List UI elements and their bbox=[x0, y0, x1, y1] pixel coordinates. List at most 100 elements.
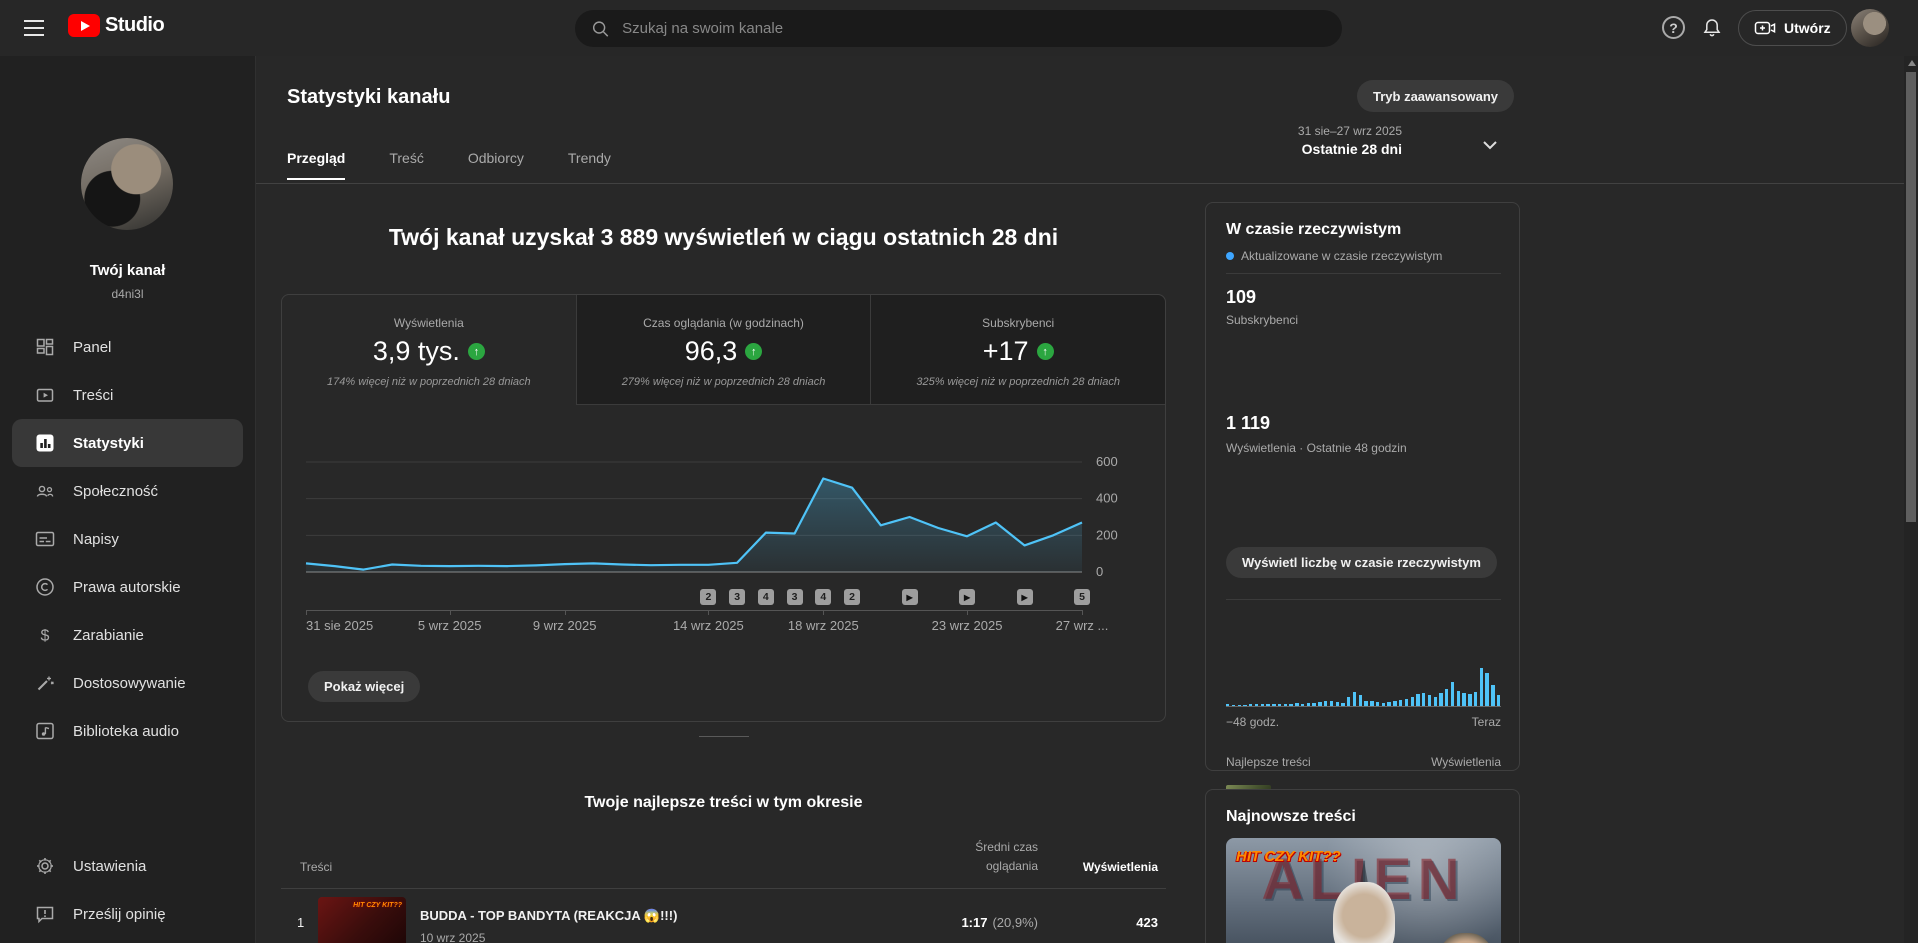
x-axis-label: 18 wrz 2025 bbox=[788, 618, 859, 633]
show-more-button[interactable]: Pokaż więcej bbox=[308, 671, 420, 702]
svg-text:0: 0 bbox=[1096, 564, 1103, 579]
realtime-views-label: Wyświetlenia · Ostatnie 48 godzin bbox=[1226, 441, 1407, 455]
x-axis-label: 27 wrz ... bbox=[1056, 618, 1109, 633]
sidebar-item-label: Zarabianie bbox=[73, 627, 144, 644]
sidebar-item-analytics[interactable]: Statystyki bbox=[12, 419, 243, 467]
sidebar-item-subtitles[interactable]: Napisy bbox=[12, 515, 243, 563]
realtime-bar bbox=[1445, 689, 1448, 706]
upload-marker-badge[interactable]: 3 bbox=[729, 589, 745, 605]
realtime-bar bbox=[1324, 701, 1327, 706]
metric-note: 174% więcej niż w poprzednich 28 dniach bbox=[282, 376, 576, 388]
top-content-section: Twoje najlepsze treści w tym okresie Tre… bbox=[281, 780, 1166, 943]
realtime-bar bbox=[1238, 705, 1241, 706]
realtime-bar bbox=[1382, 703, 1385, 706]
svg-text:400: 400 bbox=[1096, 491, 1118, 506]
tab-przeglad[interactable]: Przegląd bbox=[287, 150, 345, 180]
create-button[interactable]: Utwórz bbox=[1738, 10, 1847, 46]
divider bbox=[1226, 599, 1501, 600]
upload-marker-badge[interactable]: 2 bbox=[844, 589, 860, 605]
sidebar-item-feedback[interactable]: Prześlij opinię bbox=[12, 890, 243, 938]
upload-marker-badge[interactable]: 4 bbox=[815, 589, 831, 605]
column-header-content[interactable]: Treści bbox=[300, 860, 332, 874]
divider bbox=[1226, 273, 1501, 274]
tab-trendy[interactable]: Trendy bbox=[568, 150, 611, 180]
sidebar-footer: Ustawienia Prześlij opinię bbox=[0, 842, 255, 938]
realtime-bar bbox=[1249, 704, 1252, 706]
svg-text:600: 600 bbox=[1096, 454, 1118, 469]
analytics-tabs: Przegląd Treść Odbiorcy Trendy bbox=[287, 150, 655, 180]
thumbnail-overlay-text: HIT CZY KIT?? bbox=[353, 902, 402, 909]
scrollbar-up-arrow[interactable] bbox=[1908, 60, 1916, 66]
page-title: Statystyki kanału bbox=[287, 86, 450, 109]
sidebar-item-content[interactable]: Treści bbox=[12, 371, 243, 419]
channel-avatar[interactable] bbox=[81, 138, 173, 230]
realtime-bar bbox=[1457, 691, 1460, 706]
chevron-down-icon[interactable] bbox=[1482, 140, 1498, 150]
metric-label: Subskrybenci bbox=[871, 316, 1165, 330]
latest-content-title: Najnowsze treści bbox=[1226, 808, 1356, 826]
sidebar-item-community[interactable]: Społeczność bbox=[12, 467, 243, 515]
table-divider bbox=[281, 888, 1166, 889]
latest-video-thumbnail[interactable]: ALIEN HIT CZY KIT?? SENTINO bbox=[1226, 838, 1501, 943]
tab-odbiorcy[interactable]: Odbiorcy bbox=[468, 150, 524, 180]
latest-content-card: Najnowsze treści ALIEN HIT CZY KIT?? SEN… bbox=[1205, 789, 1520, 943]
axis-label-end: Teraz bbox=[1472, 715, 1501, 729]
create-video-icon bbox=[1754, 18, 1776, 38]
view-live-count-button[interactable]: Wyświetl liczbę w czasie rzeczywistym bbox=[1226, 547, 1497, 578]
upload-marker-badge[interactable]: ▶ bbox=[959, 589, 975, 605]
upload-marker-badge[interactable]: 5 bbox=[1074, 589, 1090, 605]
sidebar-item-label: Panel bbox=[73, 339, 111, 356]
column-header-views[interactable]: Wyświetlenia bbox=[1083, 860, 1158, 874]
realtime-subs-label: Subskrybenci bbox=[1226, 313, 1298, 327]
upload-marker-badge[interactable]: ▶ bbox=[902, 589, 918, 605]
x-axis-label: 5 wrz 2025 bbox=[418, 618, 482, 633]
sidebar-item-label: Treści bbox=[73, 387, 113, 404]
help-icon[interactable]: ? bbox=[1662, 16, 1685, 39]
avg-watch-duration: 1:17(20,9%) bbox=[961, 915, 1038, 930]
x-axis-tick bbox=[565, 610, 566, 615]
sidebar-item-panel[interactable]: Panel bbox=[12, 323, 243, 371]
metric-value: 3,9 tys.↑ bbox=[282, 336, 576, 367]
sidebar-item-copyright[interactable]: Prawa autorskie bbox=[12, 563, 243, 611]
x-axis-label: 14 wrz 2025 bbox=[673, 618, 744, 633]
account-avatar[interactable] bbox=[1851, 9, 1889, 47]
metric-tab-watch-time[interactable]: Czas oglądania (w godzinach) 96,3↑ 279% … bbox=[576, 295, 871, 405]
studio-logo-text: Studio bbox=[105, 14, 164, 37]
sidebar-item-customization[interactable]: Dostosowywanie bbox=[12, 659, 243, 707]
channel-name: Twój kanał bbox=[0, 262, 255, 279]
realtime-bar bbox=[1416, 694, 1419, 706]
column-header-avg-duration[interactable]: Średni czasoglądania bbox=[975, 838, 1038, 876]
metric-tab-subscribers[interactable]: Subskrybenci +17↑ 325% więcej niż w popr… bbox=[870, 295, 1165, 405]
community-icon bbox=[34, 480, 56, 502]
date-range-selector[interactable]: 31 sie–27 wrz 2025 Ostatnie 28 dni bbox=[1220, 124, 1402, 157]
youtube-studio-logo[interactable]: Studio bbox=[68, 14, 164, 37]
search-input[interactable] bbox=[622, 20, 1326, 37]
realtime-bar bbox=[1261, 704, 1264, 706]
sidebar-item-monetization[interactable]: $ Zarabianie bbox=[12, 611, 243, 659]
search-icon bbox=[591, 19, 610, 39]
upload-marker-badge[interactable]: 3 bbox=[787, 589, 803, 605]
sidebar-item-label: Dostosowywanie bbox=[73, 675, 186, 692]
realtime-bar bbox=[1428, 695, 1431, 706]
views-count: 423 bbox=[1136, 915, 1158, 930]
notifications-bell-icon[interactable] bbox=[1700, 16, 1724, 40]
svg-text:200: 200 bbox=[1096, 527, 1118, 542]
sidebar: Twój kanał d4ni3l Panel Treści Statystyk… bbox=[0, 56, 256, 943]
hamburger-menu-icon[interactable] bbox=[24, 20, 44, 36]
x-axis-label: 23 wrz 2025 bbox=[932, 618, 1003, 633]
sidebar-item-label: Ustawienia bbox=[73, 858, 146, 875]
metric-tab-views[interactable]: Wyświetlenia 3,9 tys.↑ 174% więcej niż w… bbox=[282, 295, 576, 405]
scrollbar-thumb[interactable] bbox=[1906, 72, 1916, 522]
search-bar[interactable] bbox=[575, 10, 1342, 47]
x-axis-tick bbox=[1082, 610, 1083, 615]
realtime-bar bbox=[1266, 704, 1269, 706]
tab-tresc[interactable]: Treść bbox=[389, 150, 423, 180]
upload-marker-badge[interactable]: ▶ bbox=[1017, 589, 1033, 605]
sidebar-item-settings[interactable]: Ustawienia bbox=[12, 842, 243, 890]
upload-marker-badge[interactable]: 4 bbox=[758, 589, 774, 605]
upload-marker-badge[interactable]: 2 bbox=[700, 589, 716, 605]
topbar: Studio ? Utwórz bbox=[0, 0, 1918, 56]
trend-up-icon: ↑ bbox=[745, 343, 762, 360]
advanced-mode-button[interactable]: Tryb zaawansowany bbox=[1357, 80, 1514, 112]
sidebar-item-audio-library[interactable]: Biblioteka audio bbox=[12, 707, 243, 755]
